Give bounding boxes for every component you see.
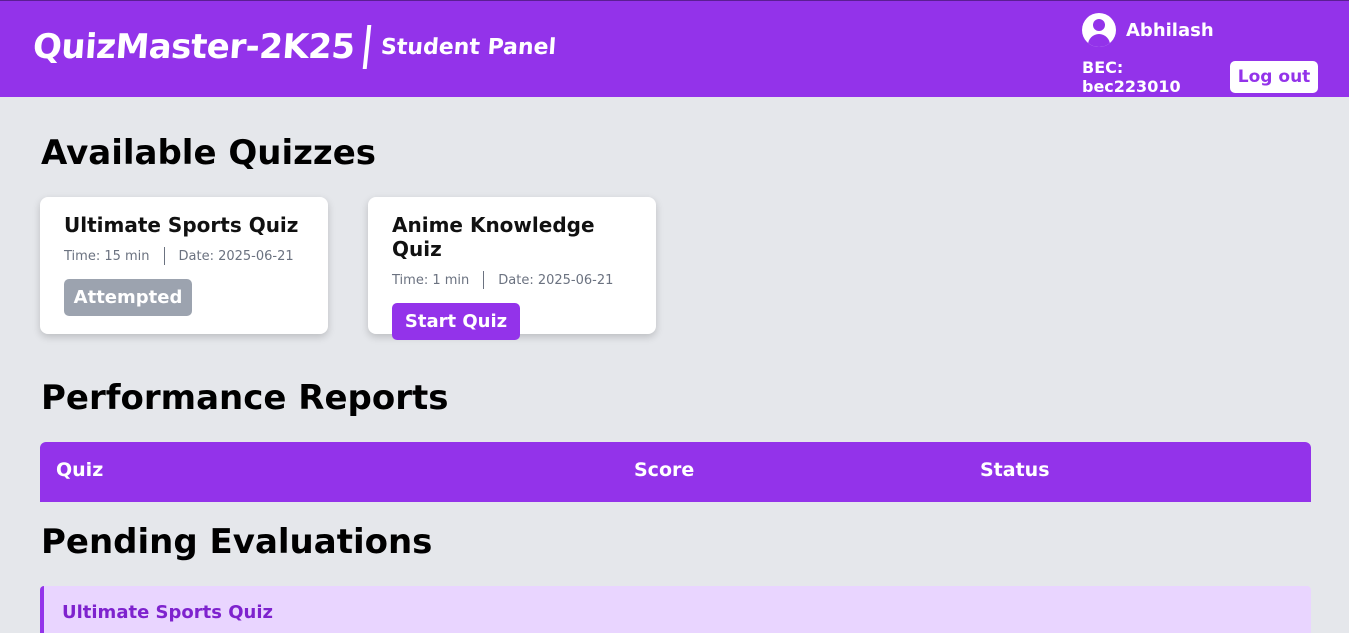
bec-id: BEC: bec223010 (1082, 58, 1181, 96)
start-quiz-button[interactable]: Start Quiz (392, 303, 520, 340)
quiz-time: Time: 15 min (64, 248, 150, 264)
quiz-title: Ultimate Sports Quiz (64, 213, 299, 237)
logout-button[interactable]: Log out (1230, 61, 1318, 93)
column-header-quiz: Quiz (56, 459, 104, 481)
reports-table-header: Quiz Score Status (40, 442, 1311, 502)
meta-divider (483, 271, 485, 289)
user-info: Abhilash (1082, 13, 1214, 47)
app-title: QuizMaster-2K25 (31, 27, 356, 67)
attempted-button: Attempted (64, 279, 192, 316)
username: Abhilash (1126, 19, 1214, 41)
column-header-status: Status (980, 459, 1050, 481)
brand: QuizMaster-2K25 Student Panel (31, 25, 557, 69)
quiz-meta: Time: 1 min Date: 2025-06-21 (392, 271, 632, 289)
quiz-card: Anime Knowledge Quiz Time: 1 min Date: 2… (368, 197, 656, 340)
meta-divider (163, 247, 165, 265)
quiz-title: Anime Knowledge Quiz (392, 213, 595, 261)
available-quizzes-heading: Available Quizzes (41, 133, 376, 173)
brand-divider (362, 25, 371, 69)
column-header-score: Score (634, 459, 695, 481)
performance-reports-heading: Performance Reports (41, 378, 449, 418)
quiz-meta: Time: 15 min Date: 2025-06-21 (64, 247, 304, 265)
user-circle-icon (1082, 13, 1116, 47)
quiz-date: Date: 2025-06-21 (178, 248, 294, 264)
quiz-time: Time: 1 min (392, 272, 470, 288)
quiz-card: Ultimate Sports Quiz Time: 15 min Date: … (40, 197, 328, 334)
bec-row: BEC: bec223010 Log out (1082, 58, 1318, 96)
user-block: Abhilash BEC: bec223010 Log out (1082, 13, 1318, 96)
pending-item: Ultimate Sports Quiz (40, 586, 1311, 633)
quiz-date: Date: 2025-06-21 (498, 272, 614, 288)
pending-evaluations-heading: Pending Evaluations (41, 522, 433, 562)
panel-label: Student Panel (379, 34, 557, 60)
pending-quiz-title: Ultimate Sports Quiz (62, 602, 273, 623)
top-navbar: QuizMaster-2K25 Student Panel Abhilash B… (0, 0, 1349, 97)
